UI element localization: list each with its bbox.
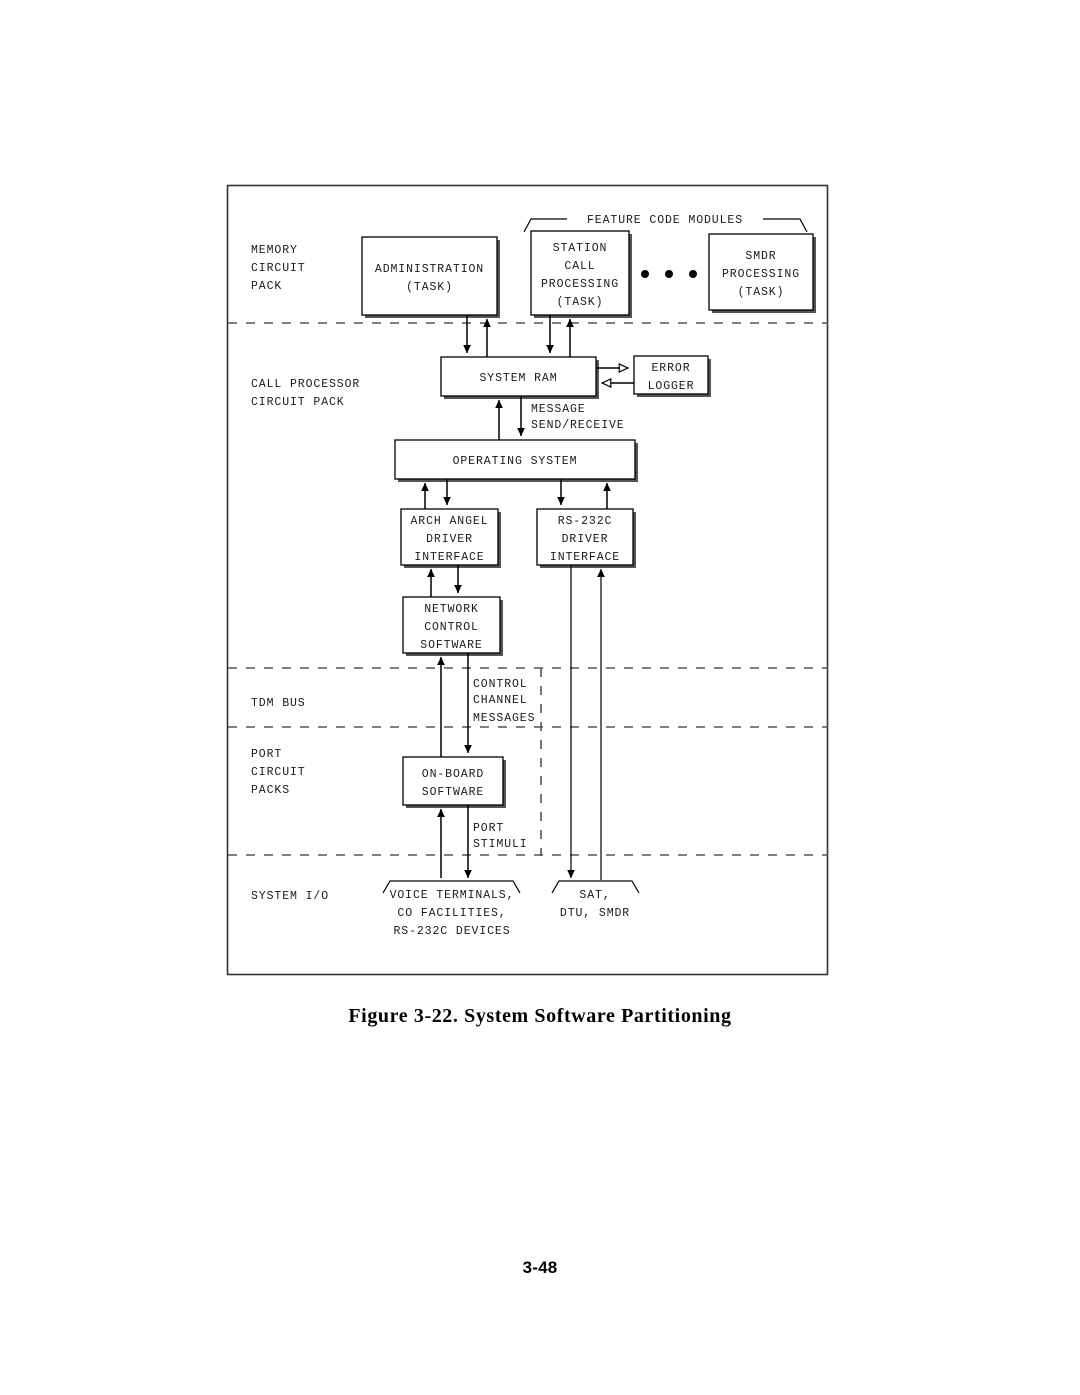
box-on-board-line1: ON-BOARD	[422, 768, 484, 781]
io-group-right-line1: SAT,	[579, 889, 610, 902]
band-label-port-circuit-packs-line3: PACKS	[251, 784, 290, 797]
box-operating-system-label: OPERATING SYSTEM	[453, 455, 578, 468]
box-station-call-processing-line3: PROCESSING	[541, 278, 619, 291]
page-number: 3-48	[522, 1258, 558, 1277]
edge-label-control-channel-line1: CONTROL	[473, 678, 528, 691]
edge-label-port-stimuli-line1: PORT	[473, 822, 504, 835]
band-label-memory-circuit-pack-line1: MEMORY	[251, 244, 298, 257]
box-rs232c-driver-interface: RS-232C DRIVER INTERFACE	[536, 508, 636, 568]
box-administration-line1: ADMINISTRATION	[375, 263, 484, 276]
band-label-tdm-bus: TDM BUS	[251, 697, 306, 710]
band-label-port-circuit-packs-line2: CIRCUIT	[251, 766, 306, 779]
ellipsis-dots	[641, 270, 697, 278]
edge-label-port-stimuli-line2: STIMULI	[473, 838, 528, 851]
edge-label-message-line2: SEND/RECEIVE	[531, 419, 625, 432]
band-label-call-processor-line1: CALL PROCESSOR	[251, 378, 360, 391]
edge-label-message-line1: MESSAGE	[531, 403, 586, 416]
box-smdr-processing-line3: (TASK)	[738, 286, 785, 299]
box-on-board-software: ON-BOARD SOFTWARE	[402, 756, 506, 808]
box-arch-angel-line1: ARCH ANGEL	[410, 515, 488, 528]
io-group-right-line2: DTU, SMDR	[560, 907, 630, 920]
box-system-ram-label: SYSTEM RAM	[479, 372, 557, 385]
band-label-system-io: SYSTEM I/O	[251, 890, 329, 903]
edge-label-control-channel-line2: CHANNEL	[473, 694, 528, 707]
box-rs232c-line3: INTERFACE	[550, 551, 620, 564]
box-smdr-processing: SMDR PROCESSING (TASK)	[708, 233, 816, 313]
io-group-left-line3: RS-232C DEVICES	[393, 925, 510, 938]
box-error-logger-line1: ERROR	[651, 362, 690, 375]
box-station-call-processing: STATION CALL PROCESSING (TASK)	[530, 230, 632, 318]
box-rs232c-line1: RS-232C	[558, 515, 613, 528]
box-network-control-line1: NETWORK	[424, 603, 479, 616]
box-administration: ADMINISTRATION (TASK)	[361, 236, 500, 318]
io-group-left-line1: VOICE TERMINALS,	[390, 889, 515, 902]
band-label-port-circuit-packs-line1: PORT	[251, 748, 282, 761]
edge-label-control-channel-line3: MESSAGES	[473, 712, 535, 725]
box-arch-angel-driver-interface: ARCH ANGEL DRIVER INTERFACE	[400, 508, 501, 568]
system-software-partitioning-diagram: MEMORY CIRCUIT PACK CALL PROCESSOR CIRCU…	[226, 184, 829, 976]
band-label-call-processor-line2: CIRCUIT PACK	[251, 396, 345, 409]
band-label-memory-circuit-pack-line2: CIRCUIT	[251, 262, 306, 275]
box-station-call-processing-line2: CALL	[564, 260, 595, 273]
figure-caption: Figure 3-22. System Software Partitionin…	[348, 1005, 732, 1027]
document-page: MEMORY CIRCUIT PACK CALL PROCESSOR CIRCU…	[0, 0, 1080, 1395]
box-administration-line2: (TASK)	[406, 281, 453, 294]
box-operating-system: OPERATING SYSTEM	[394, 439, 638, 482]
box-network-control-software: NETWORK CONTROL SOFTWARE	[402, 596, 503, 656]
box-arch-angel-line2: DRIVER	[426, 533, 473, 546]
box-error-logger: ERROR LOGGER	[633, 355, 711, 397]
box-smdr-processing-line2: PROCESSING	[722, 268, 800, 281]
band-label-memory-circuit-pack-line3: PACK	[251, 280, 282, 293]
box-on-board-line2: SOFTWARE	[422, 786, 484, 799]
box-error-logger-line2: LOGGER	[648, 380, 695, 393]
feature-code-modules-label: FEATURE CODE MODULES	[587, 214, 743, 227]
box-arch-angel-line3: INTERFACE	[414, 551, 484, 564]
box-network-control-line2: CONTROL	[424, 621, 479, 634]
box-station-call-processing-line4: (TASK)	[557, 296, 604, 309]
box-system-ram: SYSTEM RAM	[440, 356, 599, 399]
box-rs232c-line2: DRIVER	[562, 533, 609, 546]
box-smdr-processing-line1: SMDR	[745, 250, 776, 263]
io-group-left-line2: CO FACILITIES,	[397, 907, 506, 920]
box-station-call-processing-line1: STATION	[553, 242, 608, 255]
box-network-control-line3: SOFTWARE	[420, 639, 482, 652]
